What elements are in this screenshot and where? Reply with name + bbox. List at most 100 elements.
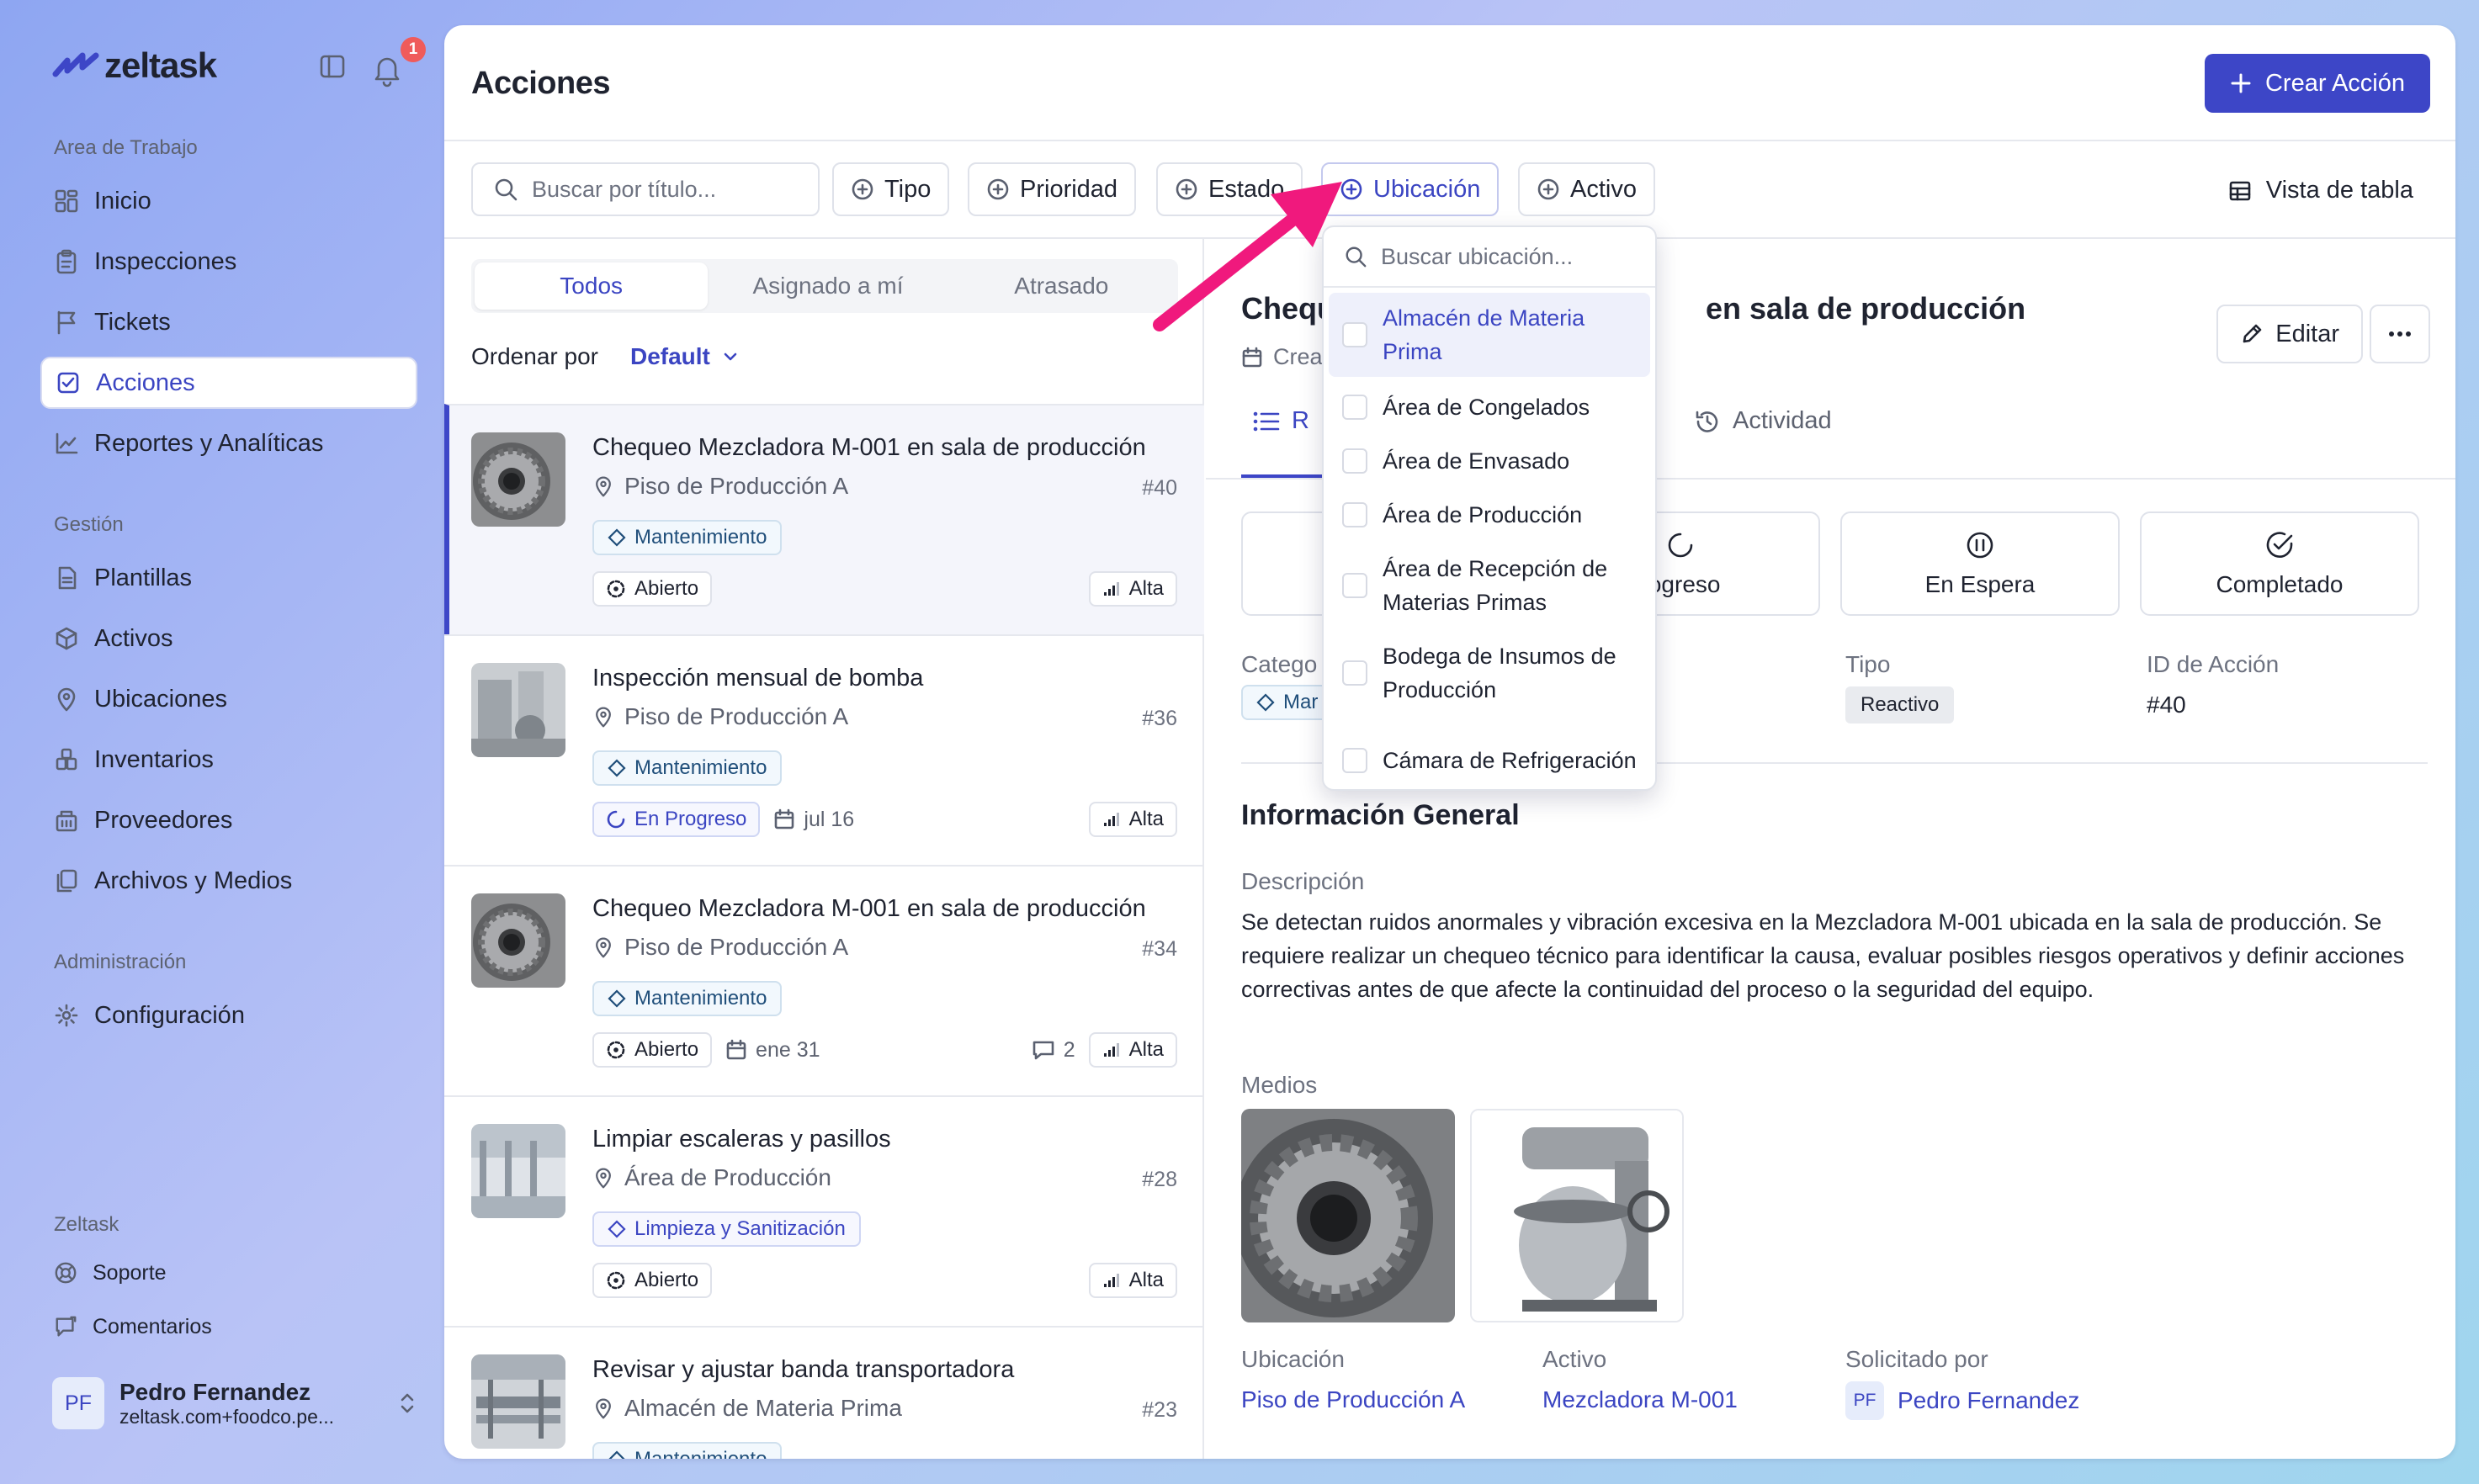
sidebar-item-reportes[interactable]: Reportes y Analíticas bbox=[40, 417, 417, 469]
list-item[interactable]: Chequeo Mezcladora M-001 en sala de prod… bbox=[444, 404, 1204, 634]
gear-icon bbox=[55, 1004, 78, 1027]
user-email: zeltask.com+foodco.pe... bbox=[119, 1405, 335, 1428]
category-badge: Mar bbox=[1241, 685, 1334, 720]
chart-line-icon bbox=[56, 432, 78, 454]
table-view-button[interactable]: Vista de tabla bbox=[2227, 177, 2413, 204]
create-action-button[interactable]: Crear Acción bbox=[2204, 54, 2430, 113]
check-circle-icon bbox=[2266, 532, 2293, 558]
due-date-text: ene 31 bbox=[756, 1037, 820, 1062]
location-option[interactable]: Área de Producción bbox=[1329, 491, 1650, 538]
tab-actividad[interactable]: Actividad bbox=[1694, 407, 1832, 435]
circle-dashed-icon bbox=[607, 1271, 625, 1290]
category-text: Mantenimiento bbox=[634, 987, 767, 1010]
sidebar-item-soporte[interactable]: Soporte bbox=[40, 1250, 417, 1296]
location-option[interactable]: Cámara de Refrigeración bbox=[1329, 720, 1650, 789]
media-image-gear[interactable] bbox=[1241, 1109, 1455, 1322]
sidebar-item-proveedores[interactable]: Proveedores bbox=[40, 794, 417, 846]
map-pin-icon bbox=[596, 476, 611, 497]
location-option[interactable]: Bodega de Insumos de Producción bbox=[1329, 633, 1650, 713]
checkbox[interactable] bbox=[1342, 448, 1367, 474]
status-text: Abierto bbox=[634, 577, 699, 600]
checkbox[interactable] bbox=[1342, 573, 1367, 598]
sidebar-item-label: Activos bbox=[94, 624, 173, 652]
action-id: #34 bbox=[1142, 937, 1177, 961]
box-icon bbox=[56, 627, 77, 650]
sidebar-item-tickets[interactable]: Tickets bbox=[40, 296, 417, 348]
status-on-hold-label: En Espera bbox=[1924, 571, 2036, 597]
tab-resumen[interactable]: R bbox=[1253, 407, 1309, 435]
location-link[interactable]: Piso de Producción A bbox=[1241, 1386, 1465, 1413]
dashboard-icon bbox=[55, 189, 78, 213]
action-location: Piso de Producción A bbox=[592, 473, 848, 500]
status-on-hold-button[interactable]: En Espera bbox=[1840, 511, 2120, 616]
edit-button[interactable]: Editar bbox=[2216, 305, 2363, 363]
sidebar-item-configuracion[interactable]: Configuración bbox=[40, 989, 417, 1041]
sidebar-item-inventarios[interactable]: Inventarios bbox=[40, 734, 417, 786]
filter-activo[interactable]: Activo bbox=[1518, 162, 1655, 216]
sidebar-item-inspecciones[interactable]: Inspecciones bbox=[40, 236, 417, 288]
location-dropdown: Buscar ubicación... Almacén de Materia P… bbox=[1322, 225, 1657, 791]
checkbox[interactable] bbox=[1342, 748, 1367, 773]
tab-atrasado[interactable]: Atrasado bbox=[945, 259, 1178, 313]
action-meta-row: En Progreso jul 16 Alta bbox=[592, 801, 1177, 838]
sort-label: Ordenar por bbox=[471, 343, 598, 369]
check-square-icon bbox=[57, 372, 79, 394]
avatar: PF bbox=[52, 1377, 104, 1429]
pencil-icon bbox=[2243, 324, 2262, 343]
zeltask-logo[interactable]: zeltask bbox=[52, 45, 217, 86]
tag-icon bbox=[608, 1450, 625, 1459]
filter-label: Activo bbox=[1570, 175, 1637, 203]
sidebar-item-plantillas[interactable]: Plantillas bbox=[40, 552, 417, 604]
status-completed-button[interactable]: Completado bbox=[2140, 511, 2419, 616]
sidebar-item-label: Inventarios bbox=[94, 745, 214, 773]
media-image-mixer[interactable] bbox=[1470, 1109, 1684, 1322]
list-item[interactable]: Inspección mensual de bomba Piso de Prod… bbox=[444, 634, 1204, 865]
requested-by[interactable]: PF Pedro Fernandez bbox=[1845, 1381, 2079, 1420]
list-item[interactable]: Revisar y ajustar banda transportadora A… bbox=[444, 1326, 1204, 1459]
list-item[interactable]: Chequeo Mezcladora M-001 en sala de prod… bbox=[444, 865, 1204, 1095]
checkbox[interactable] bbox=[1342, 502, 1367, 527]
tab-todos[interactable]: Todos bbox=[475, 262, 709, 310]
more-options-button[interactable] bbox=[2370, 305, 2430, 363]
user-menu[interactable]: PF Pedro Fernandez zeltask.com+foodco.pe… bbox=[40, 1365, 417, 1442]
lifebuoy-icon bbox=[55, 1262, 77, 1284]
building-icon bbox=[56, 810, 77, 832]
type-badge: Reactivo bbox=[1845, 686, 1955, 723]
checkbox[interactable] bbox=[1342, 660, 1367, 686]
filter-prioridad[interactable]: Prioridad bbox=[968, 162, 1137, 216]
location-option[interactable]: Área de Congelados bbox=[1329, 384, 1650, 431]
location-option[interactable]: Área de Recepción de Materias Primas bbox=[1329, 545, 1650, 626]
sidebar-item-label: Proveedores bbox=[94, 806, 233, 834]
sidebar-item-archivos[interactable]: Archivos y Medios bbox=[40, 855, 417, 907]
sidebar-item-activos[interactable]: Activos bbox=[40, 612, 417, 665]
category-badge: Mantenimiento bbox=[592, 520, 783, 555]
sidebar-item-inicio[interactable]: Inicio bbox=[40, 175, 417, 227]
filter-tipo[interactable]: Tipo bbox=[832, 162, 950, 216]
table-icon bbox=[2229, 181, 2251, 200]
sort-select[interactable]: Default bbox=[630, 343, 739, 370]
location-text: Piso de Producción A bbox=[624, 473, 849, 499]
requested-by-label: Solicitado por bbox=[1845, 1346, 1988, 1372]
notifications-button[interactable]: 1 bbox=[370, 37, 426, 89]
calendar-icon bbox=[775, 808, 794, 829]
tag-icon bbox=[608, 989, 626, 1008]
sidebar-item-acciones[interactable]: Acciones bbox=[40, 357, 417, 409]
priority-text: Alta bbox=[1128, 808, 1164, 830]
sidebar-toggle-icon[interactable] bbox=[318, 52, 347, 81]
logo-mark-icon bbox=[52, 52, 99, 77]
category-text: Mar bbox=[1283, 691, 1319, 713]
location-option[interactable]: Almacén de Materia Prima bbox=[1329, 293, 1650, 377]
signal-icon bbox=[1103, 1274, 1119, 1287]
signal-icon bbox=[1103, 582, 1119, 596]
tab-asignado[interactable]: Asignado a mí bbox=[711, 259, 944, 313]
list-item[interactable]: Limpiar escaleras y pasillos Área de Pro… bbox=[444, 1095, 1204, 1326]
asset-link[interactable]: Mezcladora M-001 bbox=[1542, 1386, 1738, 1413]
checkbox[interactable] bbox=[1342, 395, 1367, 420]
search-input[interactable]: Buscar por título... bbox=[471, 162, 820, 216]
inventory-icon bbox=[56, 748, 77, 771]
location-option[interactable]: Área de Envasado bbox=[1329, 437, 1650, 485]
location-search-input[interactable]: Buscar ubicación... bbox=[1324, 227, 1655, 288]
sidebar-item-comentarios[interactable]: Comentarios bbox=[40, 1304, 417, 1349]
section-management: Gestión bbox=[54, 513, 124, 536]
sidebar-item-ubicaciones[interactable]: Ubicaciones bbox=[40, 673, 417, 725]
